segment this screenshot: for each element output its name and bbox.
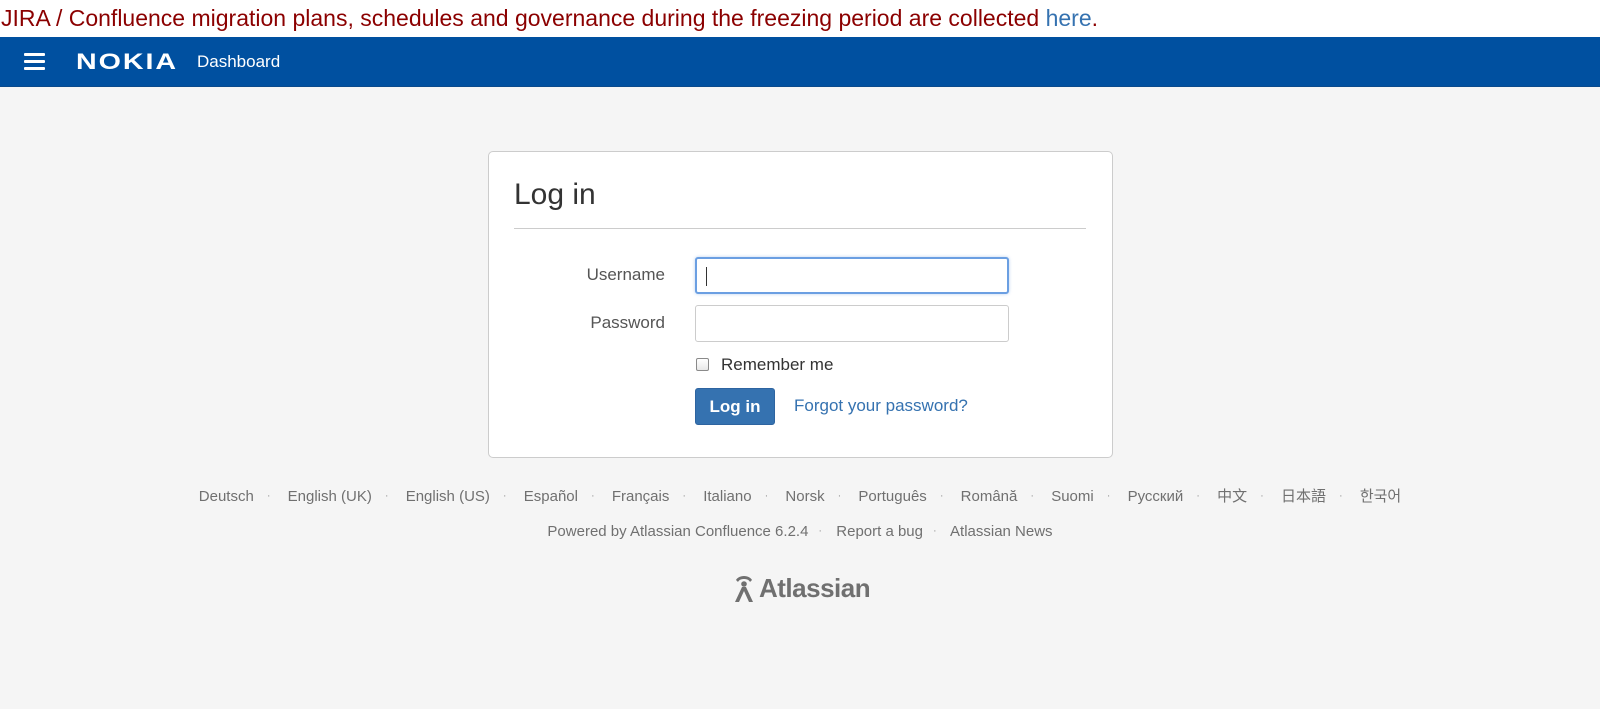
banner-text: JIRA / Confluence migration plans, sched… bbox=[1, 5, 1046, 31]
username-label: Username bbox=[586, 265, 665, 284]
title-divider bbox=[514, 228, 1086, 229]
language-link[interactable]: Deutsch bbox=[199, 488, 254, 505]
atlassian-logo[interactable]: Atlassian bbox=[729, 571, 871, 605]
language-selector: Deutsch · English (UK) · English (US) · Esp… bbox=[198, 488, 1402, 505]
password-field[interactable] bbox=[695, 305, 1009, 342]
language-link[interactable]: English (UK) bbox=[288, 488, 372, 505]
footer-links: Powered by Atlassian Confluence 6.2.4 · R… bbox=[547, 523, 1053, 540]
login-button[interactable]: Log in bbox=[695, 388, 775, 425]
language-link[interactable]: Русский bbox=[1128, 488, 1184, 505]
language-link[interactable]: Français bbox=[612, 488, 670, 505]
language-link[interactable]: English (US) bbox=[406, 488, 490, 505]
page-title: Log in bbox=[514, 178, 596, 211]
language-link[interactable]: 日本語 bbox=[1281, 488, 1326, 505]
atlassian-wordmark: Atlassian bbox=[759, 572, 871, 603]
dashboard-link[interactable]: Dashboard bbox=[197, 37, 280, 87]
announcement-banner: JIRA / Confluence migration plans, sched… bbox=[0, 0, 1600, 37]
report-bug-link[interactable]: Report a bug bbox=[836, 523, 923, 540]
language-link[interactable]: 한국어 bbox=[1360, 488, 1401, 505]
banner-tail: . bbox=[1091, 5, 1099, 31]
username-field[interactable] bbox=[695, 257, 1009, 294]
language-link[interactable]: Română bbox=[961, 488, 1018, 505]
atlassian-news-link[interactable]: Atlassian News bbox=[950, 523, 1053, 540]
svg-text:NOKIA: NOKIA bbox=[76, 52, 178, 70]
language-link[interactable]: Suomi bbox=[1051, 488, 1094, 505]
top-navigation-bar: NOKIA Dashboard bbox=[0, 37, 1600, 87]
login-panel: Log in Username Password Remember me Log… bbox=[488, 151, 1113, 458]
language-link[interactable]: Español bbox=[524, 488, 578, 505]
menu-icon[interactable] bbox=[24, 53, 45, 70]
text-cursor bbox=[706, 267, 707, 286]
banner-link[interactable]: here bbox=[1046, 5, 1092, 31]
language-link[interactable]: Português bbox=[858, 488, 926, 505]
powered-by-link[interactable]: Powered by Atlassian Confluence 6.2.4 bbox=[547, 523, 808, 540]
password-label: Password bbox=[590, 313, 665, 332]
language-link[interactable]: 中文 bbox=[1217, 488, 1247, 505]
atlassian-mark-icon bbox=[735, 576, 753, 602]
remember-me-checkbox[interactable] bbox=[696, 358, 709, 371]
language-link[interactable]: Italiano bbox=[703, 488, 751, 505]
forgot-password-link[interactable]: Forgot your password? bbox=[794, 396, 968, 416]
language-link[interactable]: Norsk bbox=[785, 488, 824, 505]
remember-me-label[interactable]: Remember me bbox=[721, 355, 833, 375]
nokia-logo[interactable]: NOKIA bbox=[76, 52, 178, 70]
